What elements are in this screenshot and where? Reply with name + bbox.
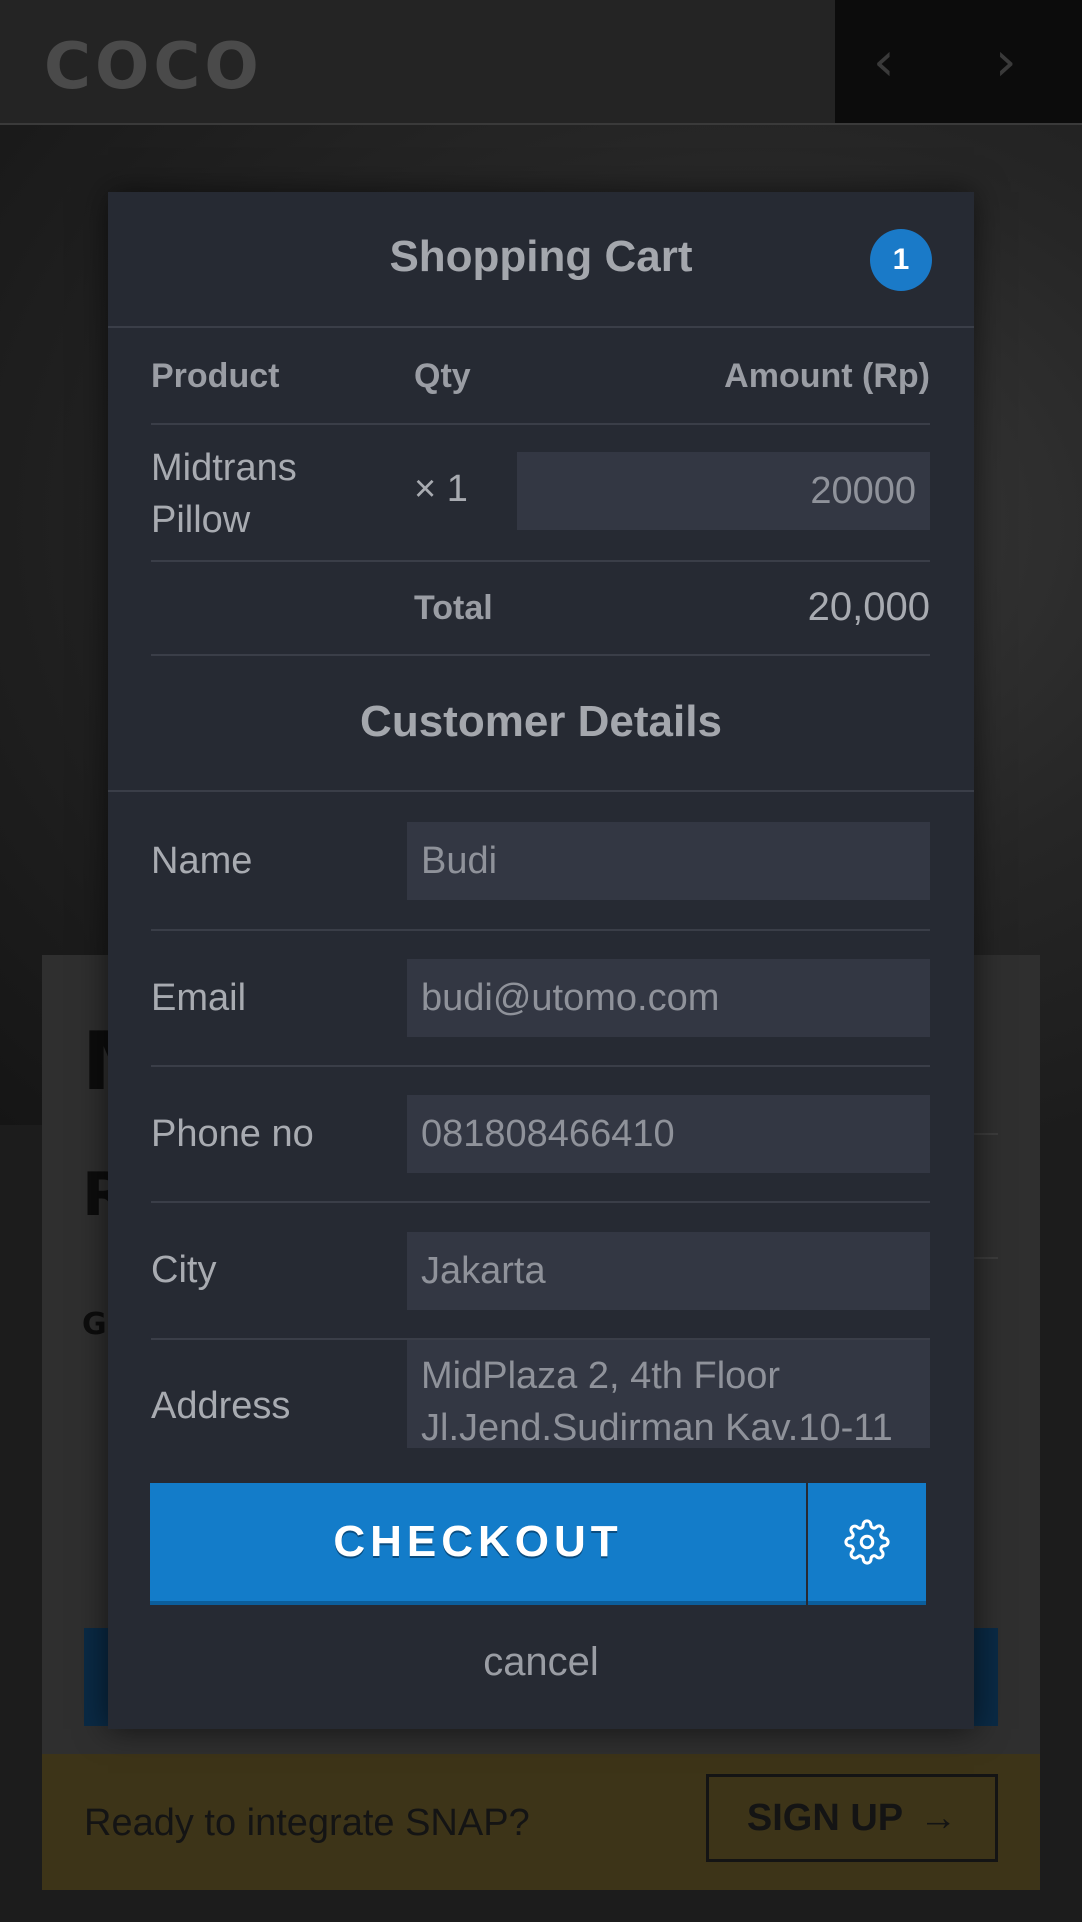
cart-item-amount-field: 20000 <box>517 452 930 530</box>
checkout-button[interactable]: CHECKOUT <box>150 1483 806 1605</box>
background-nav: ‹ › <box>835 0 1082 123</box>
column-header-qty: Qty <box>414 357 471 395</box>
email-field[interactable] <box>407 959 930 1037</box>
nav-prev-icon[interactable]: ‹ <box>873 30 895 93</box>
shopping-cart-modal: Shopping Cart 1 Product Qty Amount (Rp) … <box>108 192 974 1729</box>
column-header-product: Product <box>151 357 280 395</box>
divider <box>151 1065 930 1067</box>
name-label: Name <box>151 840 253 882</box>
logo: COCO <box>44 30 263 104</box>
divider <box>151 654 930 656</box>
cart-count-badge: 1 <box>870 229 932 291</box>
divider <box>151 560 930 562</box>
name-field[interactable] <box>407 822 930 900</box>
city-label: City <box>151 1249 217 1291</box>
integration-banner: Ready to integrate SNAP? SIGN UP → <box>42 1754 1040 1890</box>
nav-next-icon[interactable]: › <box>995 30 1017 93</box>
column-header-amount: Amount (Rp) <box>724 357 930 395</box>
signup-button[interactable]: SIGN UP → <box>706 1774 998 1862</box>
divider <box>151 423 930 425</box>
email-label: Email <box>151 977 247 1019</box>
total-value: 20,000 <box>807 585 930 629</box>
cart-item-amount: 20000 <box>810 470 916 512</box>
gear-icon <box>844 1519 890 1565</box>
customer-details-title: Customer Details <box>360 697 722 746</box>
settings-button[interactable] <box>808 1483 926 1605</box>
background-text-fragment: G <box>82 1307 107 1342</box>
total-label: Total <box>414 589 493 627</box>
city-field[interactable] <box>407 1232 930 1310</box>
banner-text: Ready to integrate SNAP? <box>84 1802 530 1844</box>
cart-title: Shopping Cart <box>389 232 693 281</box>
divider <box>108 790 974 792</box>
cart-item-product: Midtrans Pillow <box>151 447 297 541</box>
modal-header: Shopping Cart 1 <box>108 192 974 328</box>
arrow-right-icon: → <box>919 1796 958 1839</box>
background-header: COCO ‹ › <box>0 0 1082 125</box>
address-label: Address <box>151 1385 291 1427</box>
address-field[interactable]: MidPlaza 2, 4th Floor Jl.Jend.Sudirman K… <box>407 1340 930 1448</box>
divider <box>151 1201 930 1203</box>
cart-item-qty: × 1 <box>414 468 468 510</box>
phone-label: Phone no <box>151 1113 314 1155</box>
cancel-link[interactable]: cancel <box>108 1640 974 1685</box>
phone-field[interactable] <box>407 1095 930 1173</box>
divider <box>151 929 930 931</box>
signup-label: SIGN UP <box>746 1796 904 1839</box>
